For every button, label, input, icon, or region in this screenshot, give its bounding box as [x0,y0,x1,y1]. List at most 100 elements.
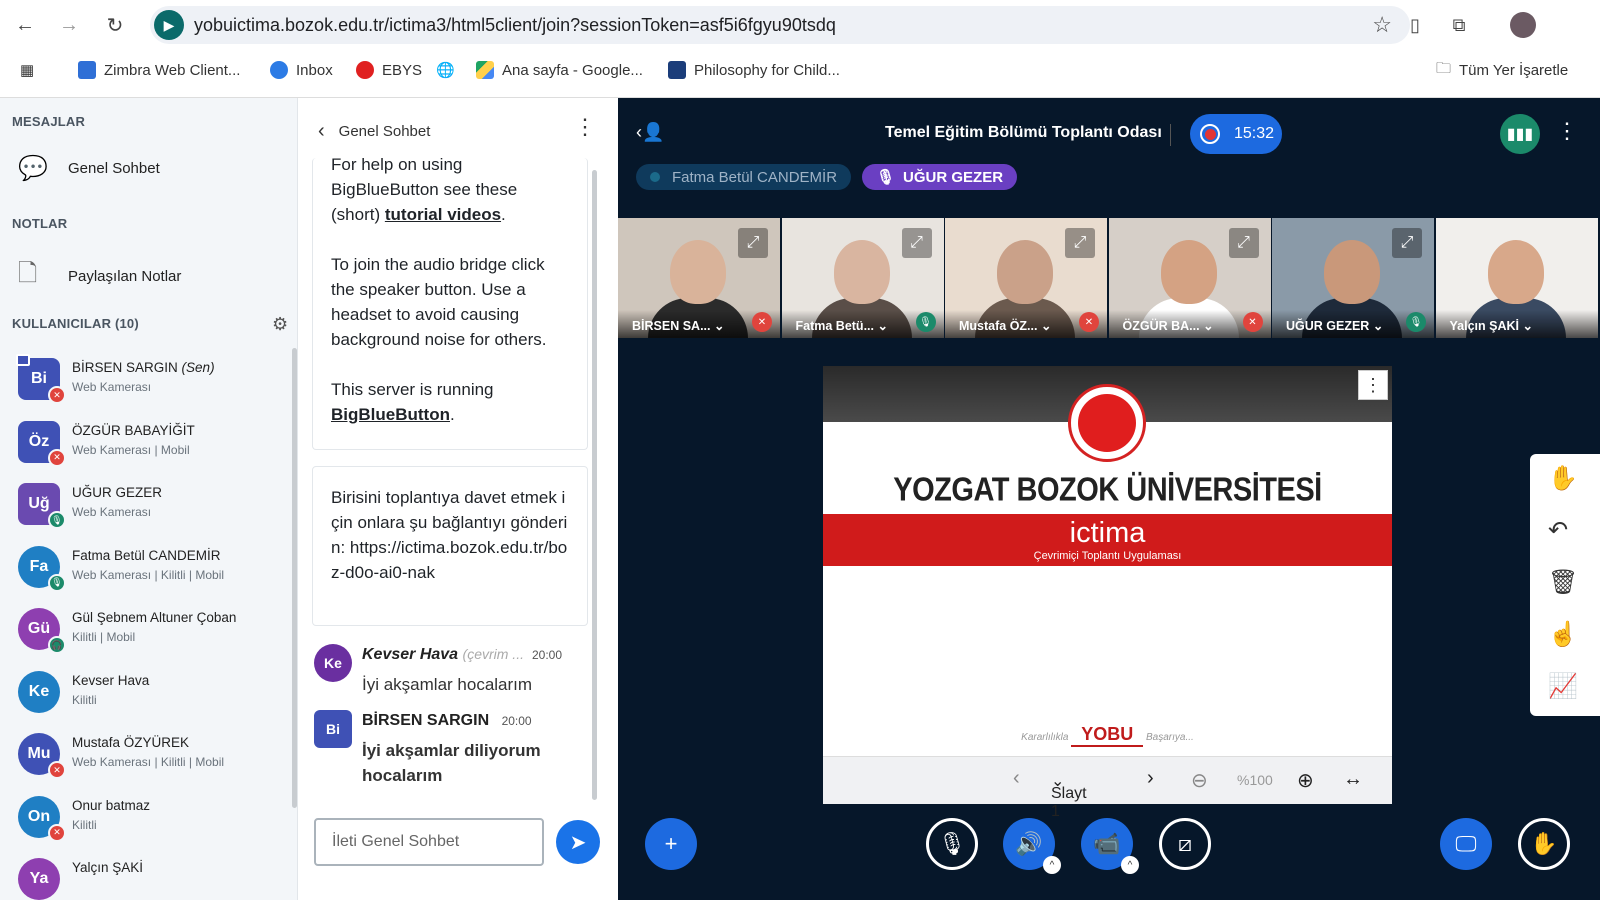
meeting-title: Temel Eğitim Bölümü Toplantı Odası [885,124,1162,141]
user-name-text: Mustafa ÖZYÜREK [72,735,190,750]
presentation-options-icon[interactable]: ⋮ [1358,370,1388,400]
footer-right: Başarıya... [1146,732,1194,743]
bookmark-all[interactable]: 🗀 Tüm Yer İşaretle [1436,56,1568,84]
options-icon[interactable]: ⋮ [1556,118,1578,144]
video-tile[interactable]: ⤢ UĞUR GEZER ⌄ 🎙 [1272,218,1434,338]
site-info-icon[interactable]: ▶ [154,10,184,40]
gear-icon[interactable]: ⚙ [272,314,288,335]
trash-icon[interactable]: 🗑 [1548,568,1578,597]
user-list-item[interactable]: On ✕ Onur batmaz Kilitli [18,792,288,848]
bookmark-ebys[interactable]: EBYS [356,56,422,84]
user-name: Yalçın ŞAKİ [72,860,143,875]
user-name-text: Fatma Betül CANDEMİR [72,547,221,563]
chat-scrollbar[interactable] [592,170,597,800]
audio-button[interactable]: 🔊 ^ [1003,818,1061,874]
mic-icon: 🎙 [48,573,66,592]
reload-icon[interactable]: ↻ [100,10,130,40]
multiuser-icon[interactable]: ☝ [1548,620,1578,649]
bookmark-google[interactable]: Ana sayfa - Google... [476,56,643,84]
fullscreen-icon[interactable]: ⤢ [1392,228,1422,258]
extensions-icon[interactable]: ⧉ [1444,10,1474,40]
video-tile[interactable]: ⤢ BİRSEN SA... ⌄ ✕ [618,218,780,338]
send-button[interactable]: ➤ [556,820,600,864]
sender-status: (çevrim ... [462,646,524,662]
user-list-item[interactable]: Uğ 🎙 UĞUR GEZER Web Kamerası [18,479,288,535]
avatar: Ya [18,858,60,900]
fullscreen-icon[interactable]: ⤢ [738,228,768,258]
bookmark-inbox[interactable]: Inbox [270,56,333,84]
video-tile[interactable]: Yalçın ŞAKİ ⌄ [1435,218,1598,338]
connection-status-icon[interactable]: ▮▮▮ [1500,114,1540,154]
profile-avatar[interactable] [1508,10,1538,40]
chevron-up-icon[interactable]: ^ [1043,856,1061,874]
user-list-item[interactable]: Fa 🎙 Fatma Betül CANDEMİR Web Kamerası | K… [18,542,288,598]
presentation-toggle-button[interactable]: 🖵 [1440,818,1492,870]
video-tile[interactable]: ⤢ ÖZGÜR BA... ⌄ ✕ [1108,218,1271,338]
user-list-item[interactable]: Ya Yalçın ŞAKİ [18,854,288,910]
forward-icon[interactable]: → [54,10,84,40]
fullscreen-icon[interactable]: ⤢ [1065,228,1095,258]
chat-options-icon[interactable]: ⋮ [574,114,596,140]
bookmark-zimbra[interactable]: Zimbra Web Client... [78,56,240,84]
chat-input[interactable]: İleti Genel Sohbet [314,818,544,866]
public-chat-item[interactable]: 💬 Genel Sohbet [18,154,160,183]
mute-button[interactable]: 🎙 [926,818,978,870]
chat-icon: 💬 [18,155,48,182]
slide-footer: Kararlılıkla YOBU Başarıya... [823,724,1392,747]
avatar: Ke [18,670,60,713]
recording-indicator[interactable]: 15:32 [1190,114,1282,154]
muted-icon: ✕ [1242,312,1263,332]
video-tile[interactable]: ⤢ Fatma Betü... ⌄ 🎙 [781,218,944,338]
user-list-item[interactable]: Mu ✕ Mustafa ÖZYÜREK Web Kamerası | Kilitl… [18,729,288,785]
shared-notes-item[interactable]: 🗋 Paylaşılan Notlar [18,256,181,297]
camera-button[interactable]: 📹 ^ [1081,818,1139,874]
apps-icon[interactable]: ▦ [20,56,34,84]
zoom-in-icon[interactable]: ⊕ [1297,768,1314,793]
undo-icon[interactable]: ↶ [1548,516,1568,545]
user-list-item[interactable]: Bi ✕ BİRSEN SARGIN (Sen) Web Kamerası [16,354,288,410]
sender-name: Kevser Hava [362,646,459,663]
muted-icon: ✕ [48,761,66,779]
bookmark-label: EBYS [382,61,423,79]
chat-back-button[interactable]: ‹ Genel Sohbet [318,120,430,143]
prev-slide-icon[interactable]: ‹ [1013,767,1020,790]
notes-heading: NOTLAR [12,216,68,231]
video-label[interactable]: Yalçın ŞAKİ ⌄ [1435,310,1598,338]
fullscreen-icon[interactable]: ⤢ [1228,228,1259,258]
presentation-icon: 🖵 [1455,831,1477,856]
globe-icon[interactable]: 🌐 [436,56,455,84]
video-tile[interactable]: ⤢ Mustafa ÖZ... ⌄ ✕ [945,218,1107,338]
fit-width-icon[interactable]: ↔ [1343,768,1363,791]
bookmark-philosophy[interactable]: Philosophy for Child... [668,56,840,84]
user-status: Web Kamerası | Mobil [72,442,190,457]
messages-heading: MESAJLAR [12,114,86,129]
reading-icon[interactable]: ▯ [1400,10,1430,40]
video-name: UĞUR GEZER [1286,319,1370,333]
user-list-item[interactable]: Öz ✕ ÖZGÜR BABAYİĞİT Web Kamerası | Mobil [18,417,288,473]
star-icon[interactable]: ☆ [1372,12,1392,38]
bookmark-label: Zimbra Web Client... [104,61,241,79]
address-bar[interactable]: ▶ yobuictima.bozok.edu.tr/ictima3/html5c… [150,6,1410,44]
chart-icon[interactable]: 📈 [1548,672,1578,701]
tutorial-link[interactable]: tutorial videos [385,205,501,224]
raise-hand-button[interactable]: ✋ [1518,818,1570,870]
screenshare-button[interactable]: ⧄ [1159,818,1211,870]
message-time: 20:00 [501,714,532,728]
slide-select[interactable]: Slayt 1 ⌄ [1051,771,1087,820]
user-list-item[interactable]: Ke Kevser Hava Kilitli [18,667,288,723]
hand-tool-icon[interactable]: ✋ [1548,464,1578,493]
back-icon[interactable]: ← [10,10,40,40]
url-text[interactable]: yobuictima.bozok.edu.tr/ictima3/html5cli… [194,15,836,36]
user-name: BİRSEN SARGIN (Sen) [72,360,215,375]
chevron-up-icon[interactable]: ^ [1121,856,1139,874]
zoom-out-icon[interactable]: ⊖ [1191,768,1208,793]
muted-icon: ✕ [48,823,66,842]
next-slide-icon[interactable]: › [1147,767,1154,790]
actions-button[interactable]: + [645,818,697,870]
scrollbar[interactable] [292,348,297,808]
toggle-userlist-icon[interactable]: ‹👤 [636,122,664,143]
bbb-link[interactable]: BigBlueButton [331,405,450,424]
user-list-item[interactable]: Gü 🎧 Gül Şebnem Altuner Çoban Kilitli | Mo… [18,604,288,660]
user-name-text: BİRSEN SARGIN [72,360,178,375]
fullscreen-icon[interactable]: ⤢ [901,228,932,258]
